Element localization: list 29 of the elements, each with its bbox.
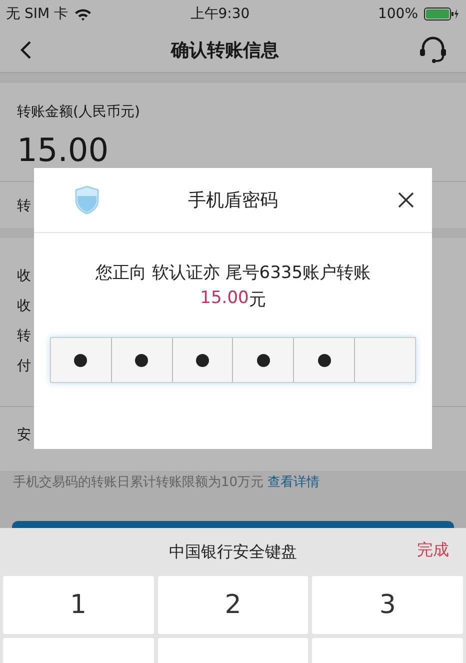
currency-unit: 元 xyxy=(248,289,266,311)
page-title: 确认转账信息 xyxy=(171,39,279,62)
transfer-amount: 15.00 xyxy=(200,288,249,310)
row-label: 转 xyxy=(17,197,31,216)
row-label: 安 xyxy=(17,426,31,445)
keyboard-title: 中国银行安全键盘 xyxy=(169,542,297,562)
close-icon[interactable] xyxy=(397,191,415,209)
amount-value: 15.00 xyxy=(17,131,110,169)
wifi-icon xyxy=(74,8,92,20)
row-label: 收 xyxy=(17,267,31,286)
back-icon[interactable] xyxy=(20,40,32,60)
shield-icon xyxy=(74,185,100,215)
row-label: 付 xyxy=(17,357,31,376)
done-button[interactable]: 完成 xyxy=(417,540,449,561)
limit-note: 手机交易码的转账日累计转账限额为10万元 xyxy=(13,474,264,491)
row-label: 转 xyxy=(17,327,31,346)
dialog-title: 手机盾密码 xyxy=(188,189,278,212)
transfer-message: 您正向 软认证亦 尾号6335账户转账 xyxy=(95,262,371,284)
keyboard-key[interactable]: 1 xyxy=(3,576,154,634)
password-field[interactable] xyxy=(50,337,416,383)
battery-percent: 100% xyxy=(378,6,418,22)
carrier-label: 无 SIM 卡 xyxy=(6,5,68,23)
keyboard-key[interactable]: 2 xyxy=(158,576,308,634)
battery-icon xyxy=(424,7,460,21)
amount-label: 转账金额(人民币元) xyxy=(17,103,141,121)
keyboard-key[interactable]: 3 xyxy=(312,576,463,634)
status-time: 上午9:30 xyxy=(189,5,251,23)
headset-icon[interactable] xyxy=(418,36,448,64)
row-label: 收 xyxy=(17,297,31,316)
